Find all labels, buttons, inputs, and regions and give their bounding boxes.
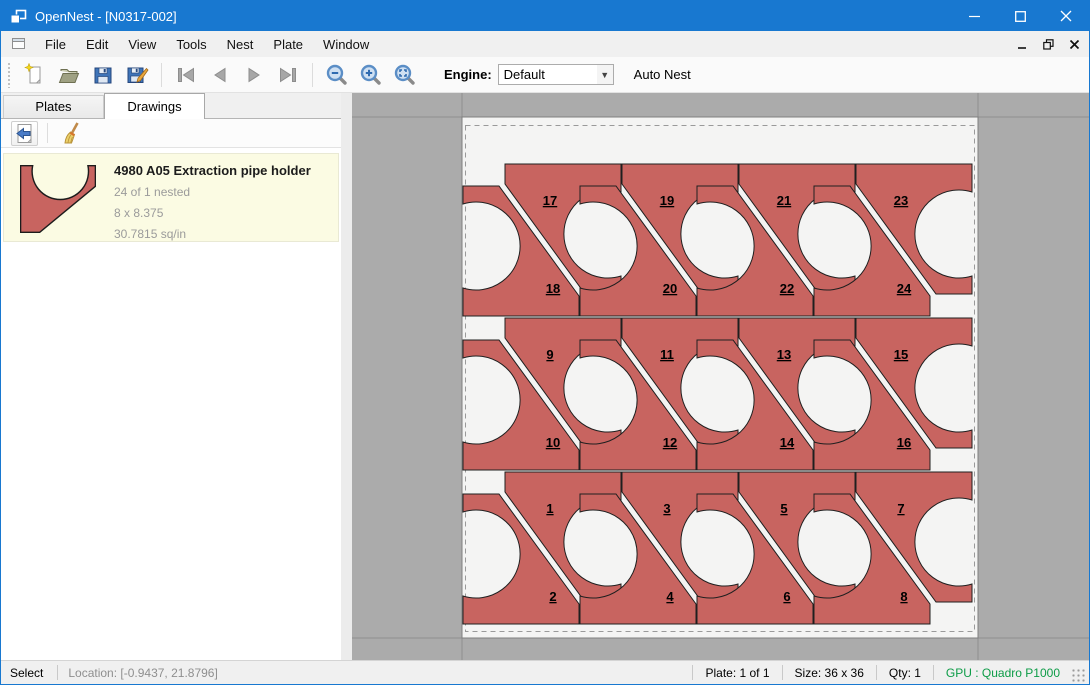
- menu-nest[interactable]: Nest: [217, 33, 264, 56]
- part-number-label: 10: [546, 435, 560, 450]
- part-number-label: 4: [666, 589, 674, 604]
- part-number-label: 20: [663, 281, 677, 296]
- drawing-nested-count: 24 of 1 nested: [114, 182, 311, 203]
- engine-label: Engine:: [444, 67, 492, 82]
- part-number-label: 3: [663, 501, 670, 516]
- menu-bar: File Edit View Tools Nest Plate Window: [1, 31, 1089, 57]
- part-number-label: 7: [897, 501, 904, 516]
- toolbar-separator: [47, 123, 48, 143]
- part-number-label: 17: [543, 193, 557, 208]
- panel-splitter[interactable]: [341, 93, 352, 660]
- chevron-down-icon[interactable]: ▼: [597, 65, 613, 84]
- part-number-label: 19: [660, 193, 674, 208]
- part-number-label: 2: [549, 589, 556, 604]
- drawing-list-item[interactable]: 4980 A05 Extraction pipe holder 24 of 1 …: [3, 153, 339, 242]
- part-number-label: 1: [546, 501, 553, 516]
- window-title: OpenNest - [N0317-002]: [35, 9, 177, 24]
- part-number-label: 13: [777, 347, 791, 362]
- part-number-label: 15: [894, 347, 908, 362]
- panel-tabstrip: Plates Drawings: [1, 93, 341, 119]
- part-number-label: 18: [546, 281, 560, 296]
- go-last-icon[interactable]: [272, 60, 304, 90]
- zoom-in-icon[interactable]: [355, 60, 387, 90]
- menu-file[interactable]: File: [35, 33, 76, 56]
- tab-plates[interactable]: Plates: [3, 95, 104, 118]
- drawing-area: 30.7815 sq/in: [114, 224, 311, 245]
- open-file-icon[interactable]: [53, 60, 85, 90]
- part-number-label: 8: [900, 589, 907, 604]
- save-icon[interactable]: [87, 60, 119, 90]
- mdi-close-icon[interactable]: [1063, 34, 1085, 54]
- tab-drawings[interactable]: Drawings: [104, 93, 205, 119]
- minimize-icon[interactable]: [951, 1, 997, 31]
- status-plate: Plate: 1 of 1: [693, 666, 781, 680]
- part-number-label: 22: [780, 281, 794, 296]
- zoom-extents-icon[interactable]: [389, 60, 421, 90]
- new-document-icon[interactable]: [19, 60, 51, 90]
- main-toolbar: Engine: Default ▼ Auto Nest: [1, 57, 1089, 93]
- menu-plate[interactable]: Plate: [263, 33, 313, 56]
- status-size: Size: 36 x 36: [783, 666, 876, 680]
- drawings-toolbar: [1, 119, 341, 147]
- part-number-label: 24: [897, 281, 912, 296]
- maximize-icon[interactable]: [997, 1, 1043, 31]
- zoom-out-icon[interactable]: [321, 60, 353, 90]
- menu-window[interactable]: Window: [313, 33, 379, 56]
- auto-nest-button[interactable]: Auto Nest: [626, 63, 699, 86]
- resize-grip-icon[interactable]: [1072, 669, 1086, 683]
- engine-value: Default: [499, 67, 597, 82]
- status-qty: Qty: 1: [877, 666, 933, 680]
- engine-select[interactable]: Default ▼: [498, 64, 614, 85]
- part-number-label: 9: [546, 347, 553, 362]
- drawing-list: 4980 A05 Extraction pipe holder 24 of 1 …: [1, 147, 341, 660]
- close-icon[interactable]: [1043, 1, 1089, 31]
- menu-edit[interactable]: Edit: [76, 33, 118, 56]
- part-number-label: 23: [894, 193, 908, 208]
- drawing-item-meta: 4980 A05 Extraction pipe holder 24 of 1 …: [114, 163, 311, 232]
- menu-view[interactable]: View: [118, 33, 166, 56]
- title-bar: OpenNest - [N0317-002]: [1, 1, 1089, 31]
- status-bar: Select Location: [-0.9437, 21.8796] Plat…: [1, 660, 1089, 684]
- toolbar-separator: [161, 63, 162, 87]
- clear-drawings-icon[interactable]: [57, 121, 84, 146]
- part-number-label: 5: [780, 501, 787, 516]
- part-number-label: 12: [663, 435, 677, 450]
- drawing-title: 4980 A05 Extraction pipe holder: [114, 163, 311, 178]
- app-window: OpenNest - [N0317-002] File Edit View To…: [0, 0, 1090, 685]
- go-previous-icon[interactable]: [204, 60, 236, 90]
- nest-canvas[interactable]: 171819202122232491011121314151612345678: [352, 93, 1089, 660]
- status-gpu: GPU : Quadro P1000: [934, 666, 1072, 680]
- part-thumbnail: [20, 165, 96, 232]
- mdi-document-icon[interactable]: [11, 37, 27, 51]
- mdi-restore-icon[interactable]: [1037, 34, 1059, 54]
- go-first-icon[interactable]: [170, 60, 202, 90]
- side-panel: Plates Drawings: [1, 93, 341, 660]
- toolbar-grip[interactable]: [7, 62, 12, 88]
- toolbar-separator: [312, 63, 313, 87]
- drawing-size: 8 x 8.375: [114, 203, 311, 224]
- app-icon: [10, 9, 27, 24]
- status-mode: Select: [1, 666, 57, 680]
- part-number-label: 6: [783, 589, 790, 604]
- part-number-label: 14: [780, 435, 795, 450]
- part-number-label: 11: [660, 347, 674, 362]
- menu-tools[interactable]: Tools: [166, 33, 216, 56]
- mdi-minimize-icon[interactable]: [1011, 34, 1033, 54]
- main-area: Plates Drawings: [1, 93, 1089, 660]
- go-next-icon[interactable]: [238, 60, 270, 90]
- import-drawing-icon[interactable]: [11, 121, 38, 146]
- part-thumbnail-shape: [21, 166, 96, 233]
- status-location: Location: [-0.9437, 21.8796]: [58, 666, 217, 680]
- save-as-icon[interactable]: [121, 60, 153, 90]
- part-number-label: 16: [897, 435, 911, 450]
- part-number-label: 21: [777, 193, 791, 208]
